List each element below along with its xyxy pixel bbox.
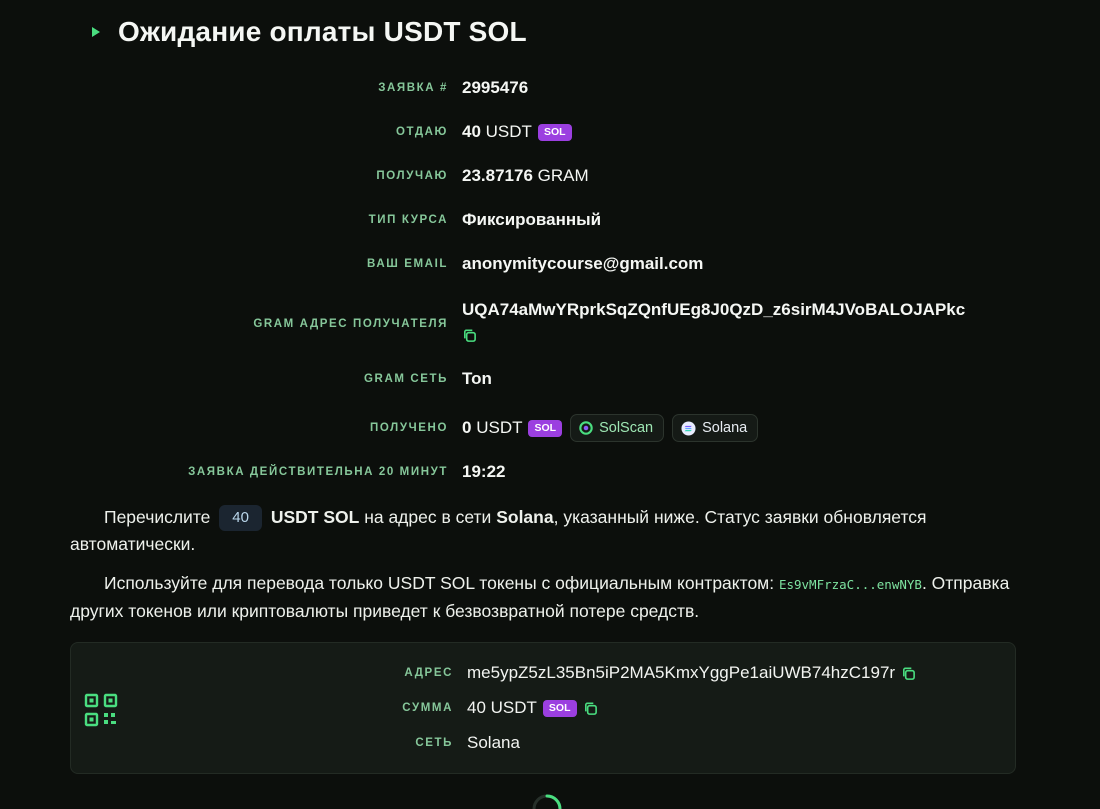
solana-label: Solana xyxy=(702,420,748,436)
copy-icon[interactable] xyxy=(583,701,598,716)
receive-label: ПОЛУЧАЮ xyxy=(376,170,448,182)
contract-address[interactable]: Es9vMFrzaC...enwNYB xyxy=(779,577,922,592)
payment-waiting-page: Ожидание оплаты USDT SOL ЗАЯВКА # 299547… xyxy=(0,0,1100,809)
spinner-icon xyxy=(532,794,562,809)
payment-network-label: СЕТЬ xyxy=(415,737,453,749)
contract-warning: Используйте для перевода только USDT SOL… xyxy=(70,570,1020,625)
solscan-link[interactable]: SolScan xyxy=(570,414,665,442)
solana-logo-icon xyxy=(681,420,696,436)
give-row: ОТДАЮ 40 USDT SOL xyxy=(0,122,1100,142)
solscan-label: SolScan xyxy=(599,420,654,436)
instruction-middle: на адрес в сети xyxy=(364,507,492,527)
payment-network-row: СЕТЬ Solana xyxy=(71,733,1017,753)
receive-amount: 23.87176 xyxy=(462,166,533,185)
give-network-badge: SOL xyxy=(537,123,572,141)
payment-amount-value[interactable]: 40 USDT xyxy=(467,698,537,718)
email-row: ВАШ EMAIL anonymitycourse@gmail.com xyxy=(0,254,1100,274)
page-header: Ожидание оплаты USDT SOL xyxy=(92,14,527,50)
email-label: ВАШ EMAIL xyxy=(367,258,448,270)
payment-network-value: Solana xyxy=(467,733,520,752)
gram-network-row: GRAM СЕТЬ Ton xyxy=(0,369,1100,389)
gram-network-value: Ton xyxy=(462,369,492,388)
gram-network-label: GRAM СЕТЬ xyxy=(364,373,448,385)
transfer-amount-chip[interactable]: 40 xyxy=(219,505,262,532)
give-label: ОТДАЮ xyxy=(395,126,448,138)
order-id-value: 2995476 xyxy=(462,78,529,97)
timer-label: ЗАЯВКА ДЕЙСТВИТЕЛЬНА 20 МИНУТ xyxy=(188,466,448,478)
solana-explorer-link[interactable]: Solana xyxy=(672,414,759,442)
payment-network-badge: SOL xyxy=(542,699,577,717)
payment-details-panel: АДРЕС me5ypZ5zL35Bn5iP2MA5KmxYggPe1aiUWB… xyxy=(70,642,1016,774)
payment-amount-label: СУММА xyxy=(402,702,453,714)
payment-address-value[interactable]: me5ypZ5zL35Bn5iP2MA5KmxYggPe1aiUWB74hzC1… xyxy=(467,663,895,683)
instruction-prefix: Перечислите xyxy=(104,507,211,527)
copy-icon[interactable] xyxy=(462,328,477,343)
transfer-instruction: Перечислите 40 USDT SOL на адрес в сети … xyxy=(70,504,1020,558)
instruction-network: Solana xyxy=(496,507,554,527)
page-title: Ожидание оплаты USDT SOL xyxy=(118,16,527,47)
payment-address-label: АДРЕС xyxy=(404,667,453,679)
timer-row: ЗАЯВКА ДЕЙСТВИТЕЛЬНА 20 МИНУТ 19:22 xyxy=(0,462,1100,482)
rate-type-label: ТИП КУРСА xyxy=(368,214,448,226)
payment-address-row: АДРЕС me5ypZ5zL35Bn5iP2MA5KmxYggPe1aiUWB… xyxy=(71,663,1017,683)
triangle-right-icon xyxy=(92,27,100,37)
timer-value: 19:22 xyxy=(462,462,506,481)
payment-amount-row: СУММА 40 USDT SOL xyxy=(71,698,1017,718)
received-row: ПОЛУЧЕНО 0 USDT SOL SolScan Solana xyxy=(0,414,1100,442)
warning-prefix: Используйте для перевода только USDT SOL… xyxy=(104,573,775,593)
copy-icon[interactable] xyxy=(901,666,916,681)
received-network-badge: SOL xyxy=(528,419,563,437)
receive-row: ПОЛУЧАЮ 23.87176 GRAM xyxy=(0,166,1100,186)
order-id-row: ЗАЯВКА # 2995476 xyxy=(0,78,1100,98)
received-amount: 0 xyxy=(462,418,472,437)
email-value: anonymitycourse@gmail.com xyxy=(462,254,704,273)
give-currency: USDT xyxy=(485,122,532,141)
order-id-label: ЗАЯВКА # xyxy=(378,82,448,94)
recipient-address-value: UQA74aMwYRprkSqZQnfUEg8J0QzD_z6sirM4JVoB… xyxy=(462,300,966,319)
rate-type-row: ТИП КУРСА Фиксированный xyxy=(0,210,1100,230)
recipient-address-label: GRAM АДРЕС ПОЛУЧАТЕЛЯ xyxy=(253,318,448,330)
rate-type-value: Фиксированный xyxy=(462,210,602,229)
receive-currency: GRAM xyxy=(537,166,589,185)
received-currency: USDT xyxy=(476,418,523,437)
give-amount: 40 xyxy=(462,122,481,141)
solscan-logo-icon xyxy=(579,421,593,435)
recipient-address-row: GRAM АДРЕС ПОЛУЧАТЕЛЯ UQA74aMwYRprkSqZQn… xyxy=(0,300,1100,343)
received-label: ПОЛУЧЕНО xyxy=(370,422,448,434)
instruction-coin: USDT SOL xyxy=(270,507,360,527)
